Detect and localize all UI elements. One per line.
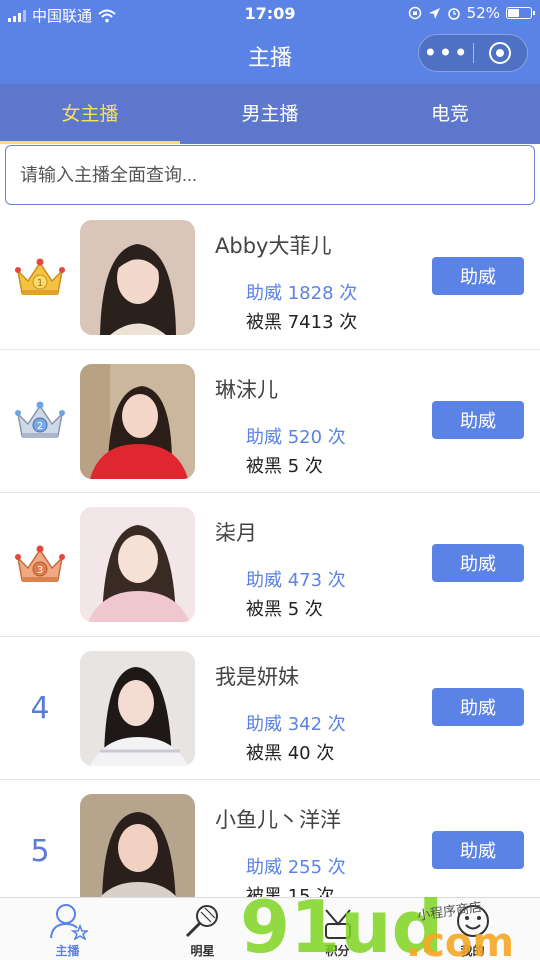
nav-bar: 主播 ••• xyxy=(0,28,540,84)
support-count: 助威 255 次 xyxy=(246,857,346,878)
cheer-button[interactable]: 助威 xyxy=(432,400,524,439)
avatar[interactable] xyxy=(80,794,195,909)
avatar[interactable] xyxy=(80,650,195,766)
cheer-button[interactable]: 助威 xyxy=(432,544,524,582)
support-count: 助威 342 次 xyxy=(246,713,346,735)
cheer-button[interactable]: 助威 xyxy=(432,687,524,726)
battery-icon xyxy=(506,7,535,19)
cheer-button[interactable]: 助威 xyxy=(432,257,524,295)
cheer-button[interactable]: 助威 xyxy=(432,831,524,869)
tabbar-item-anchor[interactable]: 主播 xyxy=(0,898,135,960)
tab-esports[interactable]: 电竞 xyxy=(360,84,540,144)
anchor-name: Abby大菲儿 xyxy=(215,234,332,258)
category-tabs: 女主播 男主播 电竞 xyxy=(0,84,540,144)
blacked-count: 被黑 5 次 xyxy=(246,455,323,477)
list-item: 3 柒月 助威 473 次 被黑 5 次 助威 xyxy=(0,493,540,637)
tabbar-item-points[interactable]: 积分 xyxy=(270,898,405,960)
tabbar-label: 主播 xyxy=(55,944,80,958)
rank-number: 1 xyxy=(37,278,43,289)
battery-percent: 52% xyxy=(466,4,500,22)
points-icon xyxy=(324,909,351,939)
status-right: 52% xyxy=(408,4,535,22)
anchor-name: 小鱼儿丶洋洋 xyxy=(215,808,341,832)
rank-cell: 1 xyxy=(0,206,80,349)
blacked-count: 被黑 7413 次 xyxy=(246,312,358,333)
silver-crown-icon: 2 xyxy=(15,401,65,438)
blacked-count: 被黑 5 次 xyxy=(246,599,323,620)
avatar[interactable] xyxy=(80,220,195,335)
rank-number: 4 xyxy=(30,690,50,726)
anchor-name: 柒月 xyxy=(215,521,257,545)
status-bar: 中国联通 17:09 52% xyxy=(0,0,540,28)
smiley-face-icon xyxy=(456,905,489,937)
bronze-crown-icon: 3 xyxy=(15,545,65,582)
tabbar-label: 积分 xyxy=(325,944,350,958)
blacked-count: 被黑 40 次 xyxy=(246,742,335,764)
location-arrow-icon xyxy=(428,7,440,19)
list-item: 2 琳沫儿 助威 520 次 被黑 5 次 助威 xyxy=(0,350,540,493)
anchor-name: 我是妍妹 xyxy=(215,664,299,689)
avatar[interactable] xyxy=(80,507,195,622)
support-count: 助威 520 次 xyxy=(246,426,346,448)
more-dots-icon[interactable]: ••• xyxy=(419,38,473,68)
tab-female-anchor[interactable]: 女主播 xyxy=(0,84,180,144)
mini-program-capsule: ••• xyxy=(418,34,528,72)
anchor-person-icon xyxy=(49,904,88,940)
bottom-tab-bar: 主播 明星 积分 我的 xyxy=(0,897,540,960)
tab-male-anchor[interactable]: 男主播 xyxy=(180,84,360,144)
avatar[interactable] xyxy=(80,363,195,479)
microphone-icon xyxy=(185,905,218,938)
rotation-lock-icon xyxy=(408,6,421,20)
rank-cell: 2 xyxy=(0,350,80,493)
search-input[interactable] xyxy=(5,145,535,205)
tabbar-item-stars[interactable]: 明星 xyxy=(135,898,270,960)
anchor-name: 琳沫儿 xyxy=(215,377,278,402)
rank-number: 3 xyxy=(37,565,43,576)
close-target-icon[interactable] xyxy=(474,42,527,64)
tabbar-item-mine[interactable]: 我的 xyxy=(405,898,540,960)
support-count: 助威 473 次 xyxy=(246,570,346,591)
gold-crown-icon: 1 xyxy=(15,258,65,295)
alarm-icon xyxy=(447,8,460,20)
anchor-list: 1 Abby大菲儿 助威 1828 次 被黑 7413 次 助威 2 琳沫儿 助… xyxy=(0,206,540,924)
tabbar-label: 我的 xyxy=(460,944,485,958)
support-count: 助威 1828 次 xyxy=(246,283,358,304)
tabbar-label: 明星 xyxy=(190,944,215,958)
list-item: 4 我是妍妹 助威 342 次 被黑 40 次 助威 xyxy=(0,637,540,780)
rank-number: 2 xyxy=(37,421,43,432)
rank-cell: 3 xyxy=(0,493,80,636)
list-item: 1 Abby大菲儿 助威 1828 次 被黑 7413 次 助威 xyxy=(0,206,540,350)
